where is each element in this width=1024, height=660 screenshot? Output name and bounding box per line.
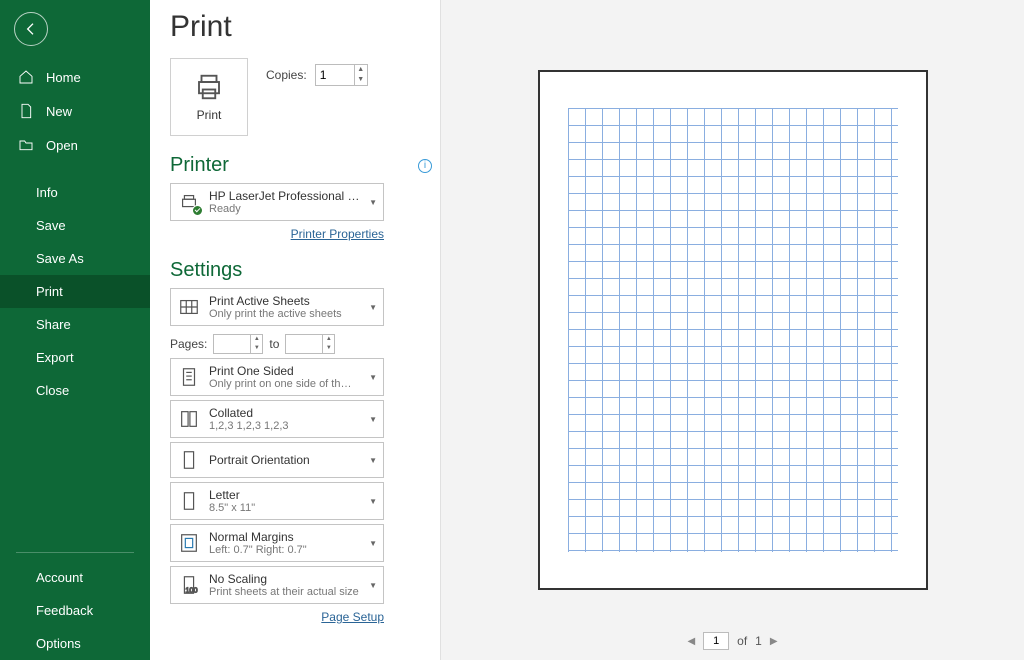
margins-dropdown[interactable]: Normal MarginsLeft: 0.7" Right: 0.7" ▼ xyxy=(170,524,384,562)
nav-info[interactable]: Info xyxy=(0,176,150,209)
nav-export[interactable]: Export xyxy=(0,341,150,374)
chevron-down-icon: ▼ xyxy=(369,581,377,590)
nav-saveas[interactable]: Save As xyxy=(0,242,150,275)
current-page-input[interactable] xyxy=(703,632,729,650)
new-icon xyxy=(18,103,34,119)
chevron-down-icon: ▼ xyxy=(369,373,377,382)
preview-grid xyxy=(568,108,898,552)
open-icon xyxy=(18,137,34,153)
settings-heading: Settings xyxy=(170,259,242,282)
nav-home[interactable]: Home xyxy=(0,60,150,94)
pages-to-spinner[interactable]: ▲▼ xyxy=(285,334,335,354)
page-title: Print xyxy=(170,10,440,44)
chevron-down-icon: ▼ xyxy=(369,539,377,548)
back-button[interactable] xyxy=(14,12,48,46)
copies-up[interactable]: ▲ xyxy=(355,65,367,75)
chevron-down-icon: ▼ xyxy=(369,303,377,312)
orientation-dropdown[interactable]: Portrait Orientation ▼ xyxy=(170,442,384,478)
printer-status-icon xyxy=(177,190,201,214)
nav-share[interactable]: Share xyxy=(0,308,150,341)
nav-open[interactable]: Open xyxy=(0,128,150,162)
nav-label: New xyxy=(46,104,72,119)
print-what-dropdown[interactable]: Print Active SheetsOnly print the active… xyxy=(170,288,384,326)
svg-text:100: 100 xyxy=(185,585,197,594)
nav-options[interactable]: Options xyxy=(0,627,150,660)
chevron-down-icon: ▼ xyxy=(369,497,377,506)
sheets-icon xyxy=(177,295,201,319)
print-settings-panel: Print Print Copies: ▲▼ Printer i xyxy=(150,0,440,660)
paper-size-dropdown[interactable]: Letter8.5" x 11" ▼ xyxy=(170,482,384,520)
chevron-down-icon: ▼ xyxy=(369,456,377,465)
portrait-icon xyxy=(177,448,201,472)
backstage-sidebar: Home New Open Info Save Save As Print Sh… xyxy=(0,0,150,660)
chevron-down-icon: ▼ xyxy=(369,198,377,207)
copies-spinner[interactable]: ▲▼ xyxy=(315,64,368,86)
paper-icon xyxy=(177,489,201,513)
printer-status: Ready xyxy=(209,203,361,215)
printer-icon xyxy=(194,72,224,102)
pages-from-input[interactable] xyxy=(214,335,250,353)
nav-account[interactable]: Account xyxy=(0,561,150,594)
printer-properties-link[interactable]: Printer Properties xyxy=(170,227,384,241)
chevron-down-icon: ▼ xyxy=(369,415,377,424)
print-preview: ◀ of 1 ▶ xyxy=(440,0,1024,660)
printer-heading: Printer xyxy=(170,154,229,177)
content-area: Print Print Copies: ▲▼ Printer i xyxy=(150,0,1024,660)
one-sided-icon xyxy=(177,365,201,389)
printer-name: HP LaserJet Professional P 1… xyxy=(209,189,361,203)
collate-dropdown[interactable]: Collated1,2,3 1,2,3 1,2,3 ▼ xyxy=(170,400,384,438)
printer-dropdown[interactable]: HP LaserJet Professional P 1… Ready ▼ xyxy=(170,183,384,221)
print-button[interactable]: Print xyxy=(170,58,248,136)
nav-label: Open xyxy=(46,138,78,153)
nav-close[interactable]: Close xyxy=(0,374,150,407)
pager-of-label: of xyxy=(737,634,747,648)
collate-icon xyxy=(177,407,201,431)
print-button-label: Print xyxy=(197,108,222,122)
pages-to-input[interactable] xyxy=(286,335,322,353)
copies-input[interactable] xyxy=(316,68,354,82)
next-page-button[interactable]: ▶ xyxy=(770,636,778,647)
scaling-icon: 100 xyxy=(177,573,201,597)
nav-divider xyxy=(16,552,134,553)
margins-icon xyxy=(177,531,201,555)
pager-total: 1 xyxy=(755,634,762,648)
nav-feedback[interactable]: Feedback xyxy=(0,594,150,627)
scaling-dropdown[interactable]: 100 No ScalingPrint sheets at their actu… xyxy=(170,566,384,604)
app-root: Home New Open Info Save Save As Print Sh… xyxy=(0,0,1024,660)
pages-label: Pages: xyxy=(170,337,207,351)
nav-print[interactable]: Print xyxy=(0,275,150,308)
nav-new[interactable]: New xyxy=(0,94,150,128)
copies-label: Copies: xyxy=(266,68,307,82)
pages-from-spinner[interactable]: ▲▼ xyxy=(213,334,263,354)
home-icon xyxy=(18,69,34,85)
page-navigator: ◀ of 1 ▶ xyxy=(687,632,777,650)
nav-label: Home xyxy=(46,70,81,85)
sides-dropdown[interactable]: Print One SidedOnly print on one side of… xyxy=(170,358,384,396)
prev-page-button[interactable]: ◀ xyxy=(687,636,695,647)
copies-down[interactable]: ▼ xyxy=(355,75,367,85)
page-setup-link[interactable]: Page Setup xyxy=(170,610,384,624)
pages-to-label: to xyxy=(269,337,279,351)
info-icon[interactable]: i xyxy=(418,159,432,173)
nav-save[interactable]: Save xyxy=(0,209,150,242)
preview-page xyxy=(538,70,928,590)
